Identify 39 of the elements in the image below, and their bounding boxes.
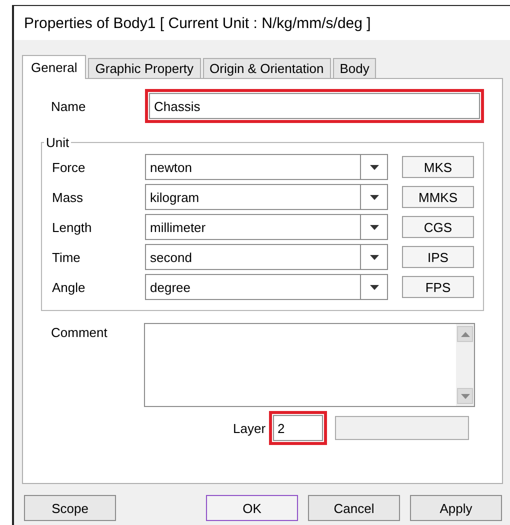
dropdown-arrow-icon [370, 254, 378, 260]
group-label: Unit [46, 135, 70, 150]
preset-button[interactable]: MKS [402, 156, 474, 178]
unit-dropdown[interactable]: degree [145, 274, 388, 300]
unit-dropdown[interactable]: millimeter [145, 214, 388, 240]
unit-dropdown[interactable]: kilogram [145, 184, 388, 210]
scroll-up-icon[interactable] [460, 332, 470, 336]
dropdown-arrow-icon [370, 164, 378, 170]
unit-dropdown[interactable]: second [145, 244, 388, 270]
field-label: Mass [51, 190, 84, 204]
preset-button[interactable]: MMKS [402, 186, 474, 208]
dropdown-arrow-icon [370, 224, 378, 230]
tab[interactable]: Graphic Property [88, 58, 201, 78]
dropdown-arrow-icon [370, 284, 378, 290]
tab[interactable]: Body [332, 58, 376, 78]
field-label: Force [51, 160, 86, 174]
dropdown-arrow-icon [370, 194, 378, 200]
layer-field[interactable]: 2 [268, 411, 327, 445]
field-label: Layer [233, 420, 266, 436]
field-label: Comment [50, 324, 108, 342]
preset-button[interactable]: CGS [402, 216, 474, 238]
dialog-button[interactable]: Scope [24, 495, 116, 521]
field-label: Name [50, 98, 87, 114]
comment-field[interactable] [144, 323, 475, 407]
preset-button[interactable]: FPS [402, 276, 474, 298]
tab[interactable]: Origin & Orientation [202, 58, 331, 78]
scroll-down-icon[interactable] [460, 394, 470, 398]
preset-button[interactable]: IPS [402, 246, 474, 268]
name-field[interactable]: Chassis [145, 89, 484, 123]
field-label: Time [51, 250, 82, 264]
window-title: Properties of Body1 [ Current Unit : N/kg/mm/s/deg ] [14, 6, 510, 40]
tab[interactable]: General [22, 55, 86, 79]
unit-dropdown[interactable]: newton [145, 154, 388, 180]
dialog-button[interactable]: Cancel [308, 495, 400, 521]
field-label: Length [51, 220, 93, 234]
dialog-button[interactable]: OK [206, 495, 298, 521]
dialog-button[interactable]: Apply [410, 495, 502, 521]
field-label: Angle [51, 280, 86, 294]
scrollbar[interactable] [456, 324, 474, 406]
